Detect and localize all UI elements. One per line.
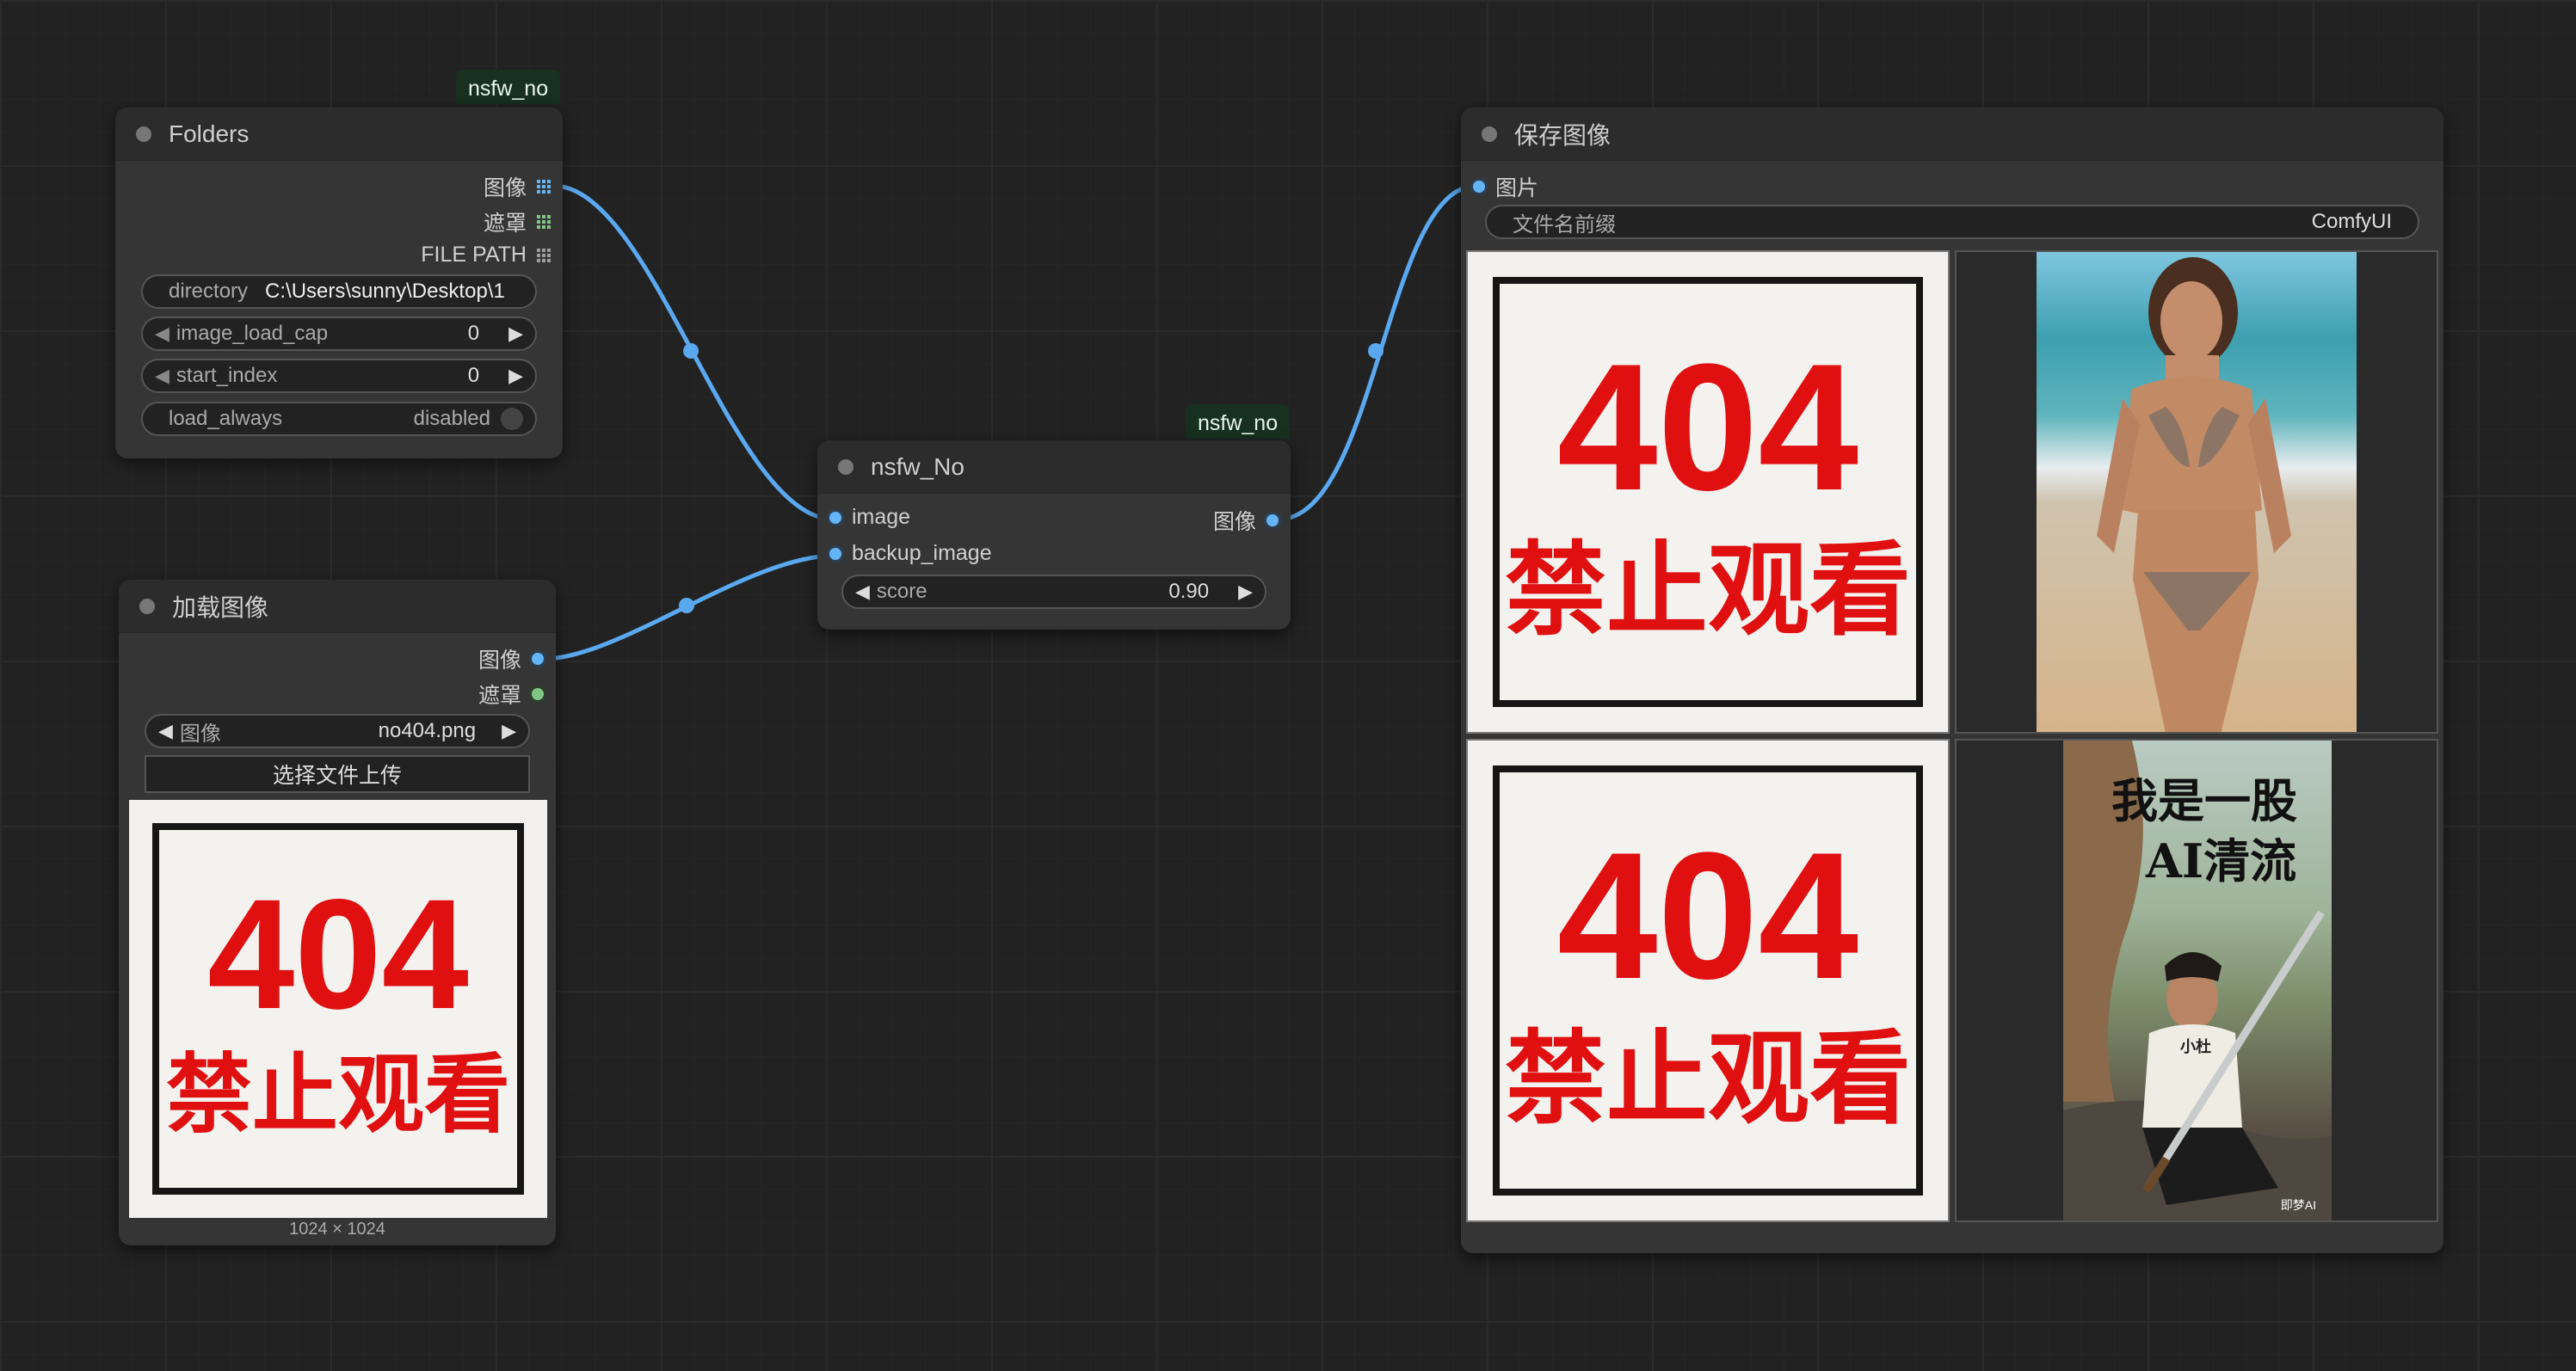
- wire-folders-to-nsfw[interactable]: [552, 183, 835, 522]
- collapse-dot-icon[interactable]: [1482, 126, 1497, 142]
- output-image[interactable]: 404 禁止观看: [1466, 250, 1950, 734]
- node-header[interactable]: 保存图像: [1461, 108, 2444, 161]
- output-slot-file-path[interactable]: FILE PATH: [421, 243, 551, 267]
- image-select-combo[interactable]: ◀ 图像 no404.png ▶: [145, 714, 530, 748]
- load-always-toggle[interactable]: load_always disabled: [141, 402, 537, 436]
- save-image-node[interactable]: 保存图像 图片 文件名前缀 ComfyUI 404 禁止观看 404 禁止观看 …: [1461, 108, 2444, 1253]
- shirt-text: 小杜: [2180, 1038, 2211, 1055]
- nsfw-node[interactable]: nsfw_No image backup_image 图像 ◀ score 0.…: [817, 440, 1291, 630]
- start-index-stepper[interactable]: ◀ start_index 0 ▶: [141, 359, 537, 393]
- collapse-dot-icon[interactable]: [139, 598, 155, 614]
- node-header[interactable]: Folders: [115, 108, 563, 161]
- filename-prefix-field[interactable]: 文件名前缀 ComfyUI: [1485, 205, 2419, 239]
- image-dimensions: 1024 × 1024: [289, 1220, 385, 1239]
- grid-pin-icon[interactable]: [537, 180, 551, 194]
- poster-photo: 我是一股 AI清流 小杜 即梦AI: [2063, 741, 2332, 1220]
- node-title: 加载图像: [172, 593, 269, 621]
- output-slot-image[interactable]: 图像: [478, 643, 544, 674]
- increment-arrow-icon[interactable]: ▶: [508, 323, 523, 345]
- node-title: Folders: [169, 120, 250, 147]
- input-pin-icon[interactable]: [829, 511, 841, 524]
- load-image-node[interactable]: 加载图像 图像 遮罩 ◀ 图像 no404.png ▶ 选择文件上传 404 禁…: [119, 580, 556, 1245]
- increment-arrow-icon[interactable]: ▶: [1238, 581, 1253, 603]
- watermark: 即梦AI: [2280, 1198, 2316, 1212]
- upload-button[interactable]: 选择文件上传: [145, 755, 530, 793]
- nsfw-badge: nsfw_no: [1186, 404, 1291, 439]
- input-pin-icon[interactable]: [1473, 181, 1485, 193]
- directory-field[interactable]: directory C:\Users\sunny\Desktop\1: [141, 274, 537, 309]
- output-pin-icon[interactable]: [532, 688, 544, 700]
- output-image[interactable]: [1955, 250, 2438, 734]
- grid-pin-icon[interactable]: [537, 215, 551, 229]
- node-header[interactable]: nsfw_No: [817, 440, 1291, 494]
- output-slot-image[interactable]: 图像: [484, 171, 551, 202]
- output-pin-icon[interactable]: [1266, 514, 1279, 526]
- input-pin-icon[interactable]: [829, 547, 841, 560]
- wire-midpoint[interactable]: [679, 598, 694, 613]
- input-slot-backup-image[interactable]: backup_image: [829, 541, 992, 566]
- toggle-knob-icon[interactable]: [501, 408, 523, 430]
- poster-title-line2: AI清流: [2146, 833, 2297, 888]
- collapse-dot-icon[interactable]: [136, 126, 151, 142]
- collapse-dot-icon[interactable]: [838, 458, 854, 475]
- output-slot-mask[interactable]: 遮罩: [484, 206, 551, 237]
- folders-node[interactable]: Folders 图像 遮罩 FILE PATH directory C:\Use…: [115, 108, 563, 458]
- poster-title-line1: 我是一股: [2111, 773, 2297, 828]
- output-slot-image[interactable]: 图像: [1213, 505, 1279, 536]
- grid-pin-icon[interactable]: [537, 248, 551, 262]
- wire-midpoint[interactable]: [683, 343, 699, 359]
- output-pin-icon[interactable]: [532, 653, 544, 665]
- image-load-cap-stepper[interactable]: ◀ image_load_cap 0 ▶: [141, 317, 537, 351]
- wire-load-to-nsfw[interactable]: [543, 553, 835, 661]
- decrement-arrow-icon[interactable]: ◀: [155, 365, 169, 387]
- image-preview: 404 禁止观看: [129, 800, 547, 1218]
- next-arrow-icon[interactable]: ▶: [502, 720, 516, 742]
- node-header[interactable]: 加载图像: [119, 580, 556, 633]
- input-slot-image[interactable]: image: [829, 505, 910, 530]
- folders-badge: nsfw_no: [456, 70, 561, 104]
- node-title: nsfw_No: [871, 452, 964, 480]
- input-slot-images[interactable]: 图片: [1473, 171, 1538, 202]
- output-image[interactable]: 404 禁止观看: [1466, 739, 1950, 1222]
- wire-midpoint[interactable]: [1368, 343, 1384, 359]
- previous-arrow-icon[interactable]: ◀: [158, 720, 173, 742]
- decrement-arrow-icon[interactable]: ◀: [855, 581, 870, 603]
- decrement-arrow-icon[interactable]: ◀: [155, 323, 169, 345]
- output-slot-mask[interactable]: 遮罩: [478, 679, 544, 710]
- output-image[interactable]: 我是一股 AI清流 小杜 即梦AI: [1955, 739, 2438, 1222]
- wire-nsfw-to-save[interactable]: [1277, 183, 1477, 522]
- increment-arrow-icon[interactable]: ▶: [508, 365, 523, 387]
- beach-photo: [2037, 252, 2357, 732]
- score-slider[interactable]: ◀ score 0.90 ▶: [841, 575, 1266, 609]
- node-title: 保存图像: [1514, 121, 1612, 149]
